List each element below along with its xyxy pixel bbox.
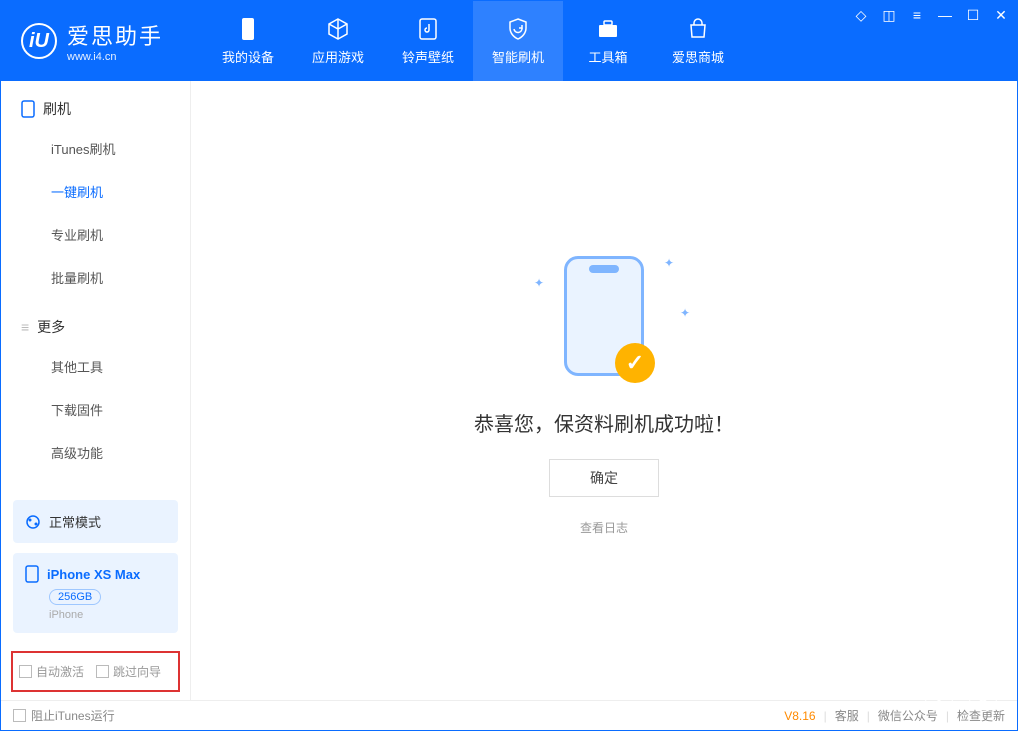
success-message: 恭喜您，保资料刷机成功啦！ <box>474 408 734 437</box>
sidebar-item-other-tools[interactable]: 其他工具 <box>1 345 190 388</box>
toolbox-icon <box>596 17 620 41</box>
nav-toolbox[interactable]: 工具箱 <box>563 1 653 81</box>
device-mode-block[interactable]: 正常模式 <box>13 500 178 543</box>
sidebar: 刷机 iTunes刷机 一键刷机 专业刷机 批量刷机 ≡ 更多 其他工具 下载固… <box>1 81 191 700</box>
device-info-block[interactable]: iPhone XS Max 256GB iPhone <box>13 553 178 633</box>
nav-smart-flash[interactable]: 智能刷机 <box>473 1 563 81</box>
refresh-shield-icon <box>506 17 530 41</box>
nav: 我的设备 应用游戏 铃声壁纸 智能刷机 工具箱 爱思商城 <box>203 1 743 81</box>
nav-store[interactable]: 爱思商城 <box>653 1 743 81</box>
device-icon <box>21 100 35 118</box>
nav-label: 工具箱 <box>589 47 628 66</box>
checkbox-icon <box>13 709 26 722</box>
app-url: www.i4.cn <box>67 51 163 63</box>
device-mode-label: 正常模式 <box>49 512 101 531</box>
sidebar-item-advanced[interactable]: 高级功能 <box>1 431 190 474</box>
header-actions <box>925 684 997 712</box>
checkbox-icon <box>19 665 32 678</box>
device-capacity-badge: 256GB <box>49 589 101 605</box>
lock-icon[interactable]: ◫ <box>881 7 897 24</box>
device-type: iPhone <box>49 609 166 621</box>
body: 刷机 iTunes刷机 一键刷机 专业刷机 批量刷机 ≡ 更多 其他工具 下载固… <box>1 81 1017 700</box>
footer: 阻止iTunes运行 V8.16 | 客服 | 微信公众号 | 检查更新 <box>1 700 1017 730</box>
header: iU 爱思助手 www.i4.cn 我的设备 应用游戏 铃声壁纸 智能刷机 <box>1 1 1017 81</box>
checkbox-skip-guide[interactable]: 跳过向导 <box>96 663 161 680</box>
check-badge-icon: ✓ <box>615 343 655 383</box>
sidebar-item-oneclick-flash[interactable]: 一键刷机 <box>1 170 190 213</box>
main-content: ✦ ✦ ✦ ✓ 恭喜您，保资料刷机成功啦！ 确定 查看日志 <box>191 81 1017 700</box>
highlighted-options: 自动激活 跳过向导 <box>11 651 180 692</box>
nav-label: 铃声壁纸 <box>402 47 454 66</box>
sidebar-item-pro-flash[interactable]: 专业刷机 <box>1 213 190 256</box>
skin-icon[interactable]: ◇ <box>853 7 869 24</box>
sidebar-item-batch-flash[interactable]: 批量刷机 <box>1 256 190 299</box>
logo-icon: iU <box>21 23 57 59</box>
sidebar-item-itunes-flash[interactable]: iTunes刷机 <box>1 127 190 170</box>
phone-small-icon <box>25 565 39 583</box>
sidebar-group-title: 刷机 <box>1 99 190 119</box>
bag-icon <box>686 17 710 41</box>
nav-label: 智能刷机 <box>492 47 544 66</box>
cube-icon <box>326 17 350 41</box>
footer-link-support[interactable]: 客服 <box>835 707 859 724</box>
note-icon <box>416 17 440 41</box>
ok-button[interactable]: 确定 <box>549 459 659 497</box>
app-name: 爱思助手 <box>67 19 163 51</box>
menu-icon[interactable]: ≡ <box>909 7 925 24</box>
checkbox-auto-activate[interactable]: 自动激活 <box>19 663 84 680</box>
nav-label: 爱思商城 <box>672 47 724 66</box>
app-window: iU 爱思助手 www.i4.cn 我的设备 应用游戏 铃声壁纸 智能刷机 <box>0 0 1018 731</box>
device-name: iPhone XS Max <box>47 567 140 582</box>
mode-icon <box>25 514 41 530</box>
nav-label: 我的设备 <box>222 47 274 66</box>
phone-graphic: ✓ <box>564 256 644 376</box>
checkbox-block-itunes[interactable]: 阻止iTunes运行 <box>13 707 115 724</box>
sidebar-group-more: ≡ 更多 其他工具 下载固件 高级功能 <box>1 299 190 474</box>
nav-apps-games[interactable]: 应用游戏 <box>293 1 383 81</box>
logo-area: iU 爱思助手 www.i4.cn <box>1 19 183 63</box>
minimize-button[interactable]: — <box>937 7 953 24</box>
close-button[interactable]: ✕ <box>993 7 1009 24</box>
success-illustration: ✦ ✦ ✦ ✓ <box>524 246 684 386</box>
phone-icon <box>236 17 260 41</box>
view-log-link[interactable]: 查看日志 <box>580 519 628 536</box>
nav-label: 应用游戏 <box>312 47 364 66</box>
window-controls: ◇ ◫ ≡ — ☐ ✕ <box>853 7 1009 24</box>
sidebar-item-download-firmware[interactable]: 下载固件 <box>1 388 190 431</box>
sidebar-group-flash: 刷机 iTunes刷机 一键刷机 专业刷机 批量刷机 <box>1 81 190 299</box>
download-icon[interactable] <box>925 684 953 712</box>
user-icon[interactable] <box>969 684 997 712</box>
sidebar-group-title: ≡ 更多 <box>1 317 190 337</box>
checkbox-icon <box>96 665 109 678</box>
nav-my-device[interactable]: 我的设备 <box>203 1 293 81</box>
list-icon: ≡ <box>21 319 29 335</box>
maximize-button[interactable]: ☐ <box>965 7 981 24</box>
nav-ringtone-wallpaper[interactable]: 铃声壁纸 <box>383 1 473 81</box>
version-label: V8.16 <box>784 709 815 723</box>
